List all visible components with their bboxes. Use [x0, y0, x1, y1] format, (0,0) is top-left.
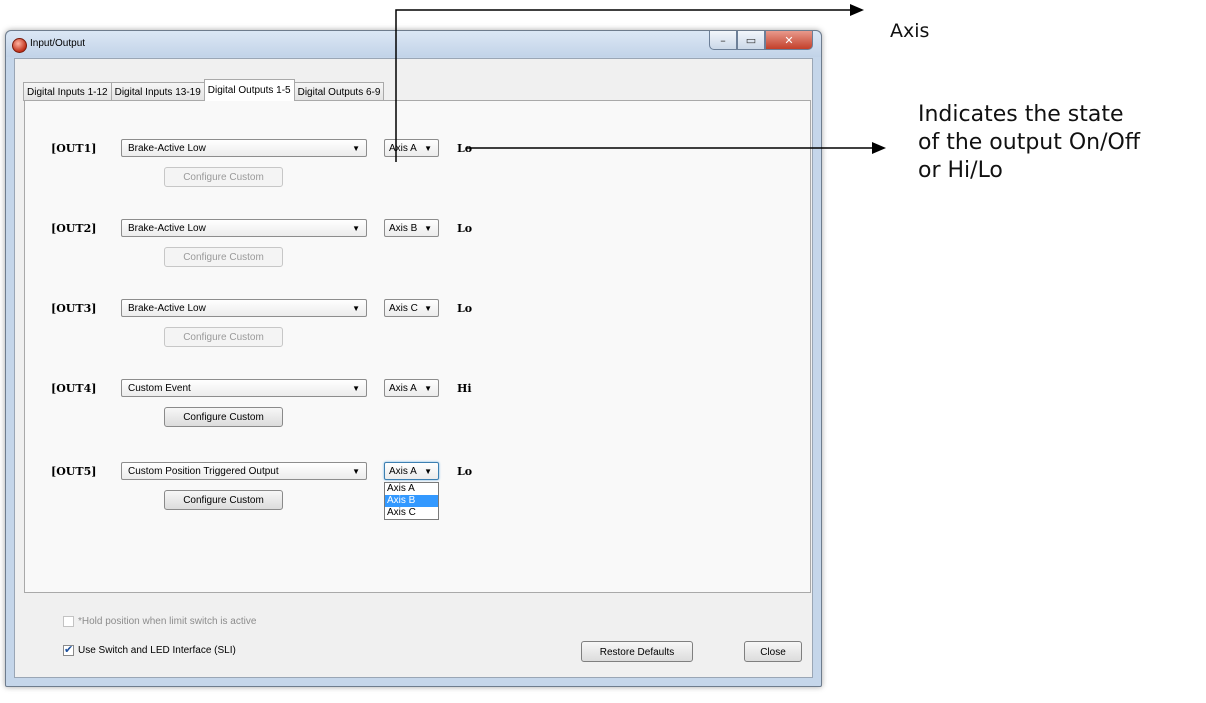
state-arrowhead	[872, 142, 886, 154]
state-annotation-line-1: Indicates the state	[918, 102, 1124, 127]
chevron-down-icon: ▼	[424, 467, 432, 476]
chevron-down-icon: ▼	[352, 304, 360, 313]
out2-axis-select[interactable]: Axis B ▼	[384, 219, 439, 237]
restore-defaults-button[interactable]: Restore Defaults	[581, 641, 693, 662]
minimize-button[interactable]: –	[709, 31, 737, 50]
app-icon	[12, 38, 27, 53]
tab-digital-inputs-13-19[interactable]: Digital Inputs 13-19	[110, 82, 205, 101]
out3-axis-select[interactable]: Axis C ▼	[384, 299, 439, 317]
title-bar[interactable]: Input/Output – ▭ ✕	[6, 31, 821, 57]
out2-label: [OUT2]	[51, 222, 97, 235]
tab-strip: Digital Inputs 1-12 Digital Inputs 13-19…	[23, 79, 385, 101]
io-window: Input/Output – ▭ ✕ Digital Inputs 1-12 D…	[5, 30, 822, 687]
use-sli-row: ✔ Use Switch and LED Interface (SLI)	[63, 644, 236, 656]
axis-option[interactable]: Axis A	[385, 483, 438, 495]
out2-function-value: Brake-Active Low	[128, 223, 206, 234]
state-annotation-line-2: of the output On/Off	[918, 130, 1140, 155]
window-title: Input/Output	[30, 38, 86, 49]
out1-function-value: Brake-Active Low	[128, 143, 206, 154]
out1-function-select[interactable]: Brake-Active Low ▼	[121, 139, 367, 157]
out5-function-select[interactable]: Custom Position Triggered Output ▼	[121, 462, 367, 480]
out2-function-select[interactable]: Brake-Active Low ▼	[121, 219, 367, 237]
out5-function-value: Custom Position Triggered Output	[128, 466, 279, 477]
out4-axis-select[interactable]: Axis A ▼	[384, 379, 439, 397]
tab-digital-inputs-1-12[interactable]: Digital Inputs 1-12	[23, 82, 112, 101]
chevron-down-icon: ▼	[352, 384, 360, 393]
chevron-down-icon: ▼	[352, 144, 360, 153]
client-area: Digital Inputs 1-12 Digital Inputs 13-19…	[14, 58, 813, 678]
out4-configure-custom-button[interactable]: Configure Custom	[164, 407, 283, 427]
out4-function-value: Custom Event	[128, 383, 191, 394]
hold-position-checkbox[interactable]	[63, 616, 74, 627]
axis-dropdown-list: Axis A Axis B Axis C	[384, 482, 439, 520]
hold-position-row: *Hold position when limit switch is acti…	[63, 616, 256, 627]
out4-label: [OUT4]	[51, 382, 97, 395]
chevron-down-icon: ▼	[352, 467, 360, 476]
out1-axis-value: Axis A	[389, 143, 417, 154]
close-button[interactable]: Close	[744, 641, 802, 662]
out4-state: Hi	[457, 382, 472, 395]
out1-configure-custom-button[interactable]: Configure Custom	[164, 167, 283, 187]
window-controls: – ▭ ✕	[709, 31, 813, 51]
tab-digital-outputs-6-9[interactable]: Digital Outputs 6-9	[293, 82, 385, 101]
out5-axis-select[interactable]: Axis A ▼	[384, 462, 439, 480]
chevron-down-icon: ▼	[352, 224, 360, 233]
use-sli-label: Use Switch and LED Interface (SLI)	[78, 645, 236, 656]
out3-function-value: Brake-Active Low	[128, 303, 206, 314]
out2-configure-custom-button[interactable]: Configure Custom	[164, 247, 283, 267]
out3-axis-value: Axis C	[389, 303, 418, 314]
hold-position-label: *Hold position when limit switch is acti…	[78, 616, 257, 627]
out5-state: Lo	[457, 465, 473, 478]
chevron-down-icon: ▼	[424, 144, 432, 153]
out1-state: Lo	[457, 142, 473, 155]
axis-option[interactable]: Axis C	[385, 507, 438, 519]
out3-state: Lo	[457, 302, 473, 315]
out2-state: Lo	[457, 222, 473, 235]
maximize-button[interactable]: ▭	[737, 31, 765, 50]
out1-axis-select[interactable]: Axis A ▼	[384, 139, 439, 157]
out3-label: [OUT3]	[51, 302, 97, 315]
out5-configure-custom-button[interactable]: Configure Custom	[164, 490, 283, 510]
checkmark-icon: ✔	[64, 644, 74, 656]
out2-axis-value: Axis B	[389, 223, 418, 234]
axis-option-highlighted[interactable]: Axis B	[385, 495, 438, 507]
use-sli-checkbox[interactable]: ✔	[63, 644, 74, 656]
out4-function-select[interactable]: Custom Event ▼	[121, 379, 367, 397]
tab-digital-outputs-1-5[interactable]: Digital Outputs 1-5	[203, 79, 295, 101]
out5-label: [OUT5]	[51, 465, 97, 478]
out4-axis-value: Axis A	[389, 383, 417, 394]
axis-annotation: Axis	[890, 20, 930, 42]
out1-label: [OUT1]	[51, 142, 97, 155]
close-window-button[interactable]: ✕	[765, 31, 813, 50]
out5-axis-value: Axis A	[389, 466, 417, 477]
state-annotation-line-3: or Hi/Lo	[918, 158, 1003, 183]
out3-function-select[interactable]: Brake-Active Low ▼	[121, 299, 367, 317]
chevron-down-icon: ▼	[424, 304, 432, 313]
chevron-down-icon: ▼	[424, 224, 432, 233]
axis-arrowhead	[850, 4, 864, 16]
state-annotation: Indicates the state of the output On/Off…	[918, 101, 1140, 185]
chevron-down-icon: ▼	[424, 384, 432, 393]
out3-configure-custom-button[interactable]: Configure Custom	[164, 327, 283, 347]
outputs-panel: [OUT1] Brake-Active Low ▼ Axis A ▼ Lo Conf…	[24, 100, 811, 593]
